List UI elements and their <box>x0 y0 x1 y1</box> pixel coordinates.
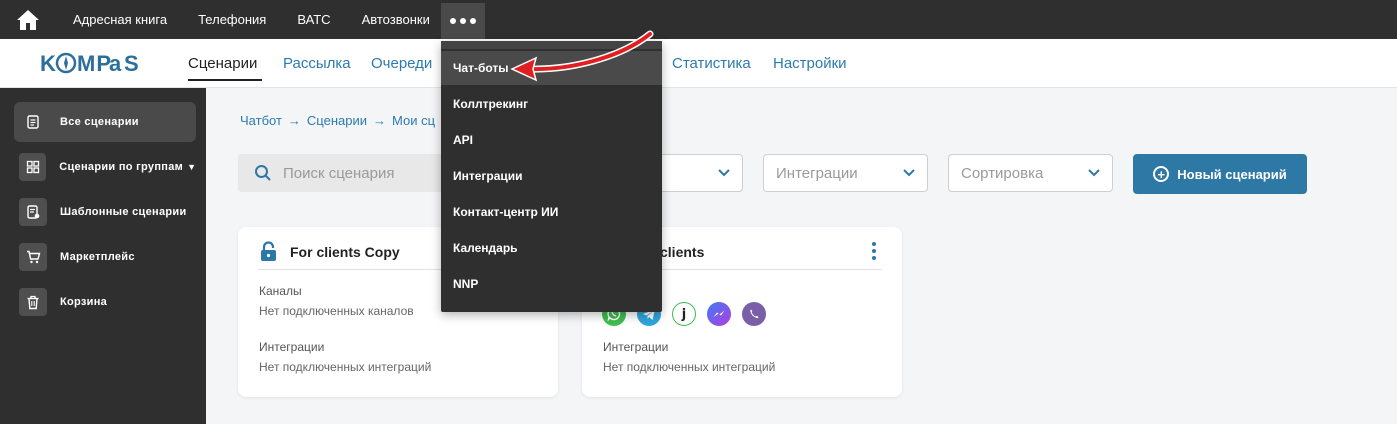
chevron-down-icon <box>718 169 730 177</box>
top-item-autocalls[interactable]: Автозвонки <box>362 12 430 27</box>
search-placeholder: Поиск сценария <box>283 164 395 182</box>
home-icon <box>17 9 39 30</box>
sidebar-item-label: Маркетплейс <box>60 251 135 263</box>
card-title: For clients Copy <box>290 244 400 260</box>
nav-tab-statistics[interactable]: Статистика <box>672 55 751 72</box>
more-menu-button[interactable] <box>441 3 485 39</box>
breadcrumb-item-chatbot[interactable]: Чатбот <box>240 113 282 128</box>
integrations-label: Интеграции <box>259 340 325 354</box>
sidebar-item-label: Шаблонные сценарии <box>60 206 187 218</box>
sidebar-item-label: Корзина <box>60 296 108 308</box>
sidebar: Все сценарии Сценарии по группам ▼ Шабло… <box>0 88 206 424</box>
kebab-menu-icon[interactable] <box>872 242 876 260</box>
integrations-label: Интеграции <box>603 340 669 354</box>
integrations-value: Нет подключенных интеграций <box>259 360 432 374</box>
svg-text:a: a <box>109 51 122 76</box>
menu-item-calendar[interactable]: Календарь <box>441 231 662 265</box>
grid-icon <box>19 153 47 181</box>
search-icon <box>255 165 271 181</box>
sidebar-item-label: Сценарии по группам <box>59 161 184 173</box>
nav-tab-settings[interactable]: Настройки <box>773 55 847 72</box>
integrations-placeholder: Интеграции <box>776 164 858 182</box>
sidebar-item-scenarios-by-group[interactable]: Сценарии по группам ▼ <box>14 147 196 187</box>
annotation-arrow-icon <box>510 30 654 82</box>
sidebar-item-template-scenarios[interactable]: Шаблонные сценарии <box>14 192 196 232</box>
arrow-right-icon: → <box>287 113 301 128</box>
search-input[interactable]: Поиск сценария <box>238 154 448 192</box>
sort-select[interactable]: Сортировка <box>948 154 1113 192</box>
more-dot <box>460 18 466 24</box>
logo-wordmark: K MP a S <box>40 51 140 76</box>
viber-icon <box>742 302 766 326</box>
svg-text:S: S <box>124 51 140 76</box>
nav-tab-scenarios[interactable]: Сценарии <box>188 55 257 72</box>
lock-icon <box>261 241 276 261</box>
plus-circle-icon: + <box>1153 166 1170 182</box>
arrow-right-icon: → <box>373 113 387 128</box>
home-button[interactable] <box>0 0 56 39</box>
card-title: clients <box>660 244 705 260</box>
menu-item-integrations[interactable]: Интеграции <box>441 159 662 193</box>
more-dot <box>450 18 456 24</box>
group-select[interactable] <box>655 154 743 192</box>
trash-icon <box>19 288 47 316</box>
integrations-select[interactable]: Интеграции <box>763 154 928 192</box>
caret-down-icon: ▼ <box>187 162 196 172</box>
kompas-logo[interactable]: K MP a S <box>40 50 164 82</box>
svg-text:MP: MP <box>77 51 112 76</box>
sidebar-item-label: Все сценарии <box>60 116 139 128</box>
active-tab-indicator <box>188 79 262 81</box>
menu-item-ai-contact-center[interactable]: Контакт-центр ИИ <box>441 195 662 229</box>
new-scenario-label: Новый сценарий <box>1177 166 1287 182</box>
more-dot <box>470 18 476 24</box>
channels-label: Каналы <box>259 284 302 298</box>
nav-tab-queues[interactable]: Очереди <box>371 55 432 72</box>
integrations-value: Нет подключенных интеграций <box>603 360 776 374</box>
menu-item-nnp[interactable]: NNP <box>441 267 662 301</box>
sidebar-item-trash[interactable]: Корзина <box>14 282 196 322</box>
jivo-icon: j <box>672 302 696 326</box>
cart-icon <box>19 243 47 271</box>
menu-item-calltracking[interactable]: Коллтрекинг <box>441 87 662 121</box>
section-navigation-bar: K MP a S Сценарии Рассылка Очереди Стати… <box>0 39 1397 88</box>
top-item-address-book[interactable]: Адресная книга <box>73 12 167 27</box>
chevron-down-icon <box>903 169 915 177</box>
document-icon <box>19 108 47 136</box>
sidebar-item-marketplace[interactable]: Маркетплейс <box>14 237 196 277</box>
sort-placeholder: Сортировка <box>961 164 1044 182</box>
top-navigation-bar: Адресная книга Телефония ВАТС Автозвонки <box>0 0 1397 39</box>
channels-value: Нет подключенных каналов <box>259 304 414 318</box>
top-item-telephony[interactable]: Телефония <box>198 12 266 27</box>
svg-text:K: K <box>40 51 57 76</box>
breadcrumb-item-my-scenarios: Мои сц <box>392 113 436 128</box>
breadcrumb: Чатбот → Сценарии → Мои сц <box>240 113 435 128</box>
menu-item-api[interactable]: API <box>441 123 662 157</box>
messenger-icon <box>707 302 731 326</box>
top-item-vats[interactable]: ВАТС <box>297 12 330 27</box>
sidebar-item-all-scenarios[interactable]: Все сценарии <box>14 102 196 142</box>
chevron-down-icon <box>1088 169 1100 177</box>
breadcrumb-item-scenarios[interactable]: Сценарии <box>307 113 367 128</box>
template-icon <box>19 198 47 226</box>
nav-tab-mailing[interactable]: Рассылка <box>283 55 351 72</box>
new-scenario-button[interactable]: + Новый сценарий <box>1133 154 1307 194</box>
